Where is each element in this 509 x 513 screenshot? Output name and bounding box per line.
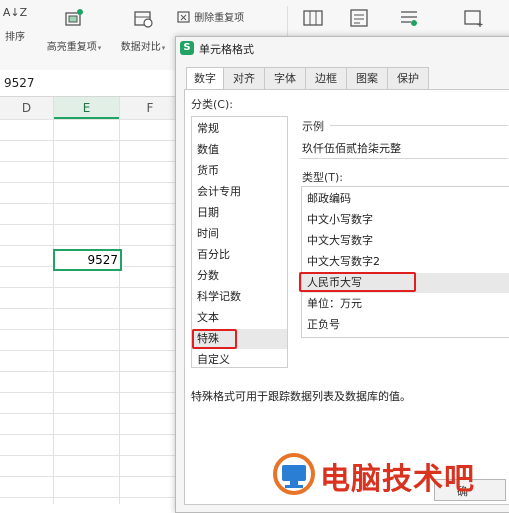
category-item[interactable]: 时间 xyxy=(192,224,287,244)
tab-pattern[interactable]: 图案 xyxy=(346,67,388,89)
category-item[interactable]: 分数 xyxy=(192,266,287,286)
category-item[interactable]: 常规 xyxy=(192,119,287,139)
tab-alignment[interactable]: 对齐 xyxy=(223,67,265,89)
active-cell-value: 9527 xyxy=(87,253,118,267)
tab-number[interactable]: 数字 xyxy=(186,67,224,90)
sample-divider xyxy=(330,125,508,126)
active-cell-e[interactable]: 9527 xyxy=(53,249,122,271)
number-tab-panel: 分类(C): 常规 数值 货币 会计专用 日期 时间 百分比 分数 科学记数 文… xyxy=(184,89,509,505)
highlight-duplicates-icon xyxy=(65,9,83,26)
type-item[interactable]: 正负号 xyxy=(302,315,509,335)
category-item[interactable]: 货币 xyxy=(192,161,287,181)
sort-button[interactable]: A↓Z 排序 xyxy=(2,6,28,43)
computer-logo-icon xyxy=(273,453,315,495)
category-item[interactable]: 科学记数 xyxy=(192,287,287,307)
type-label: 类型(T): xyxy=(302,171,344,184)
record-form-icon[interactable] xyxy=(348,8,370,28)
tab-font[interactable]: 字体 xyxy=(264,67,306,89)
data-compare-icon xyxy=(134,11,153,28)
type-highlight-box xyxy=(299,272,416,292)
grid-line xyxy=(119,97,120,504)
delete-duplicates-button[interactable]: 删除重复项 xyxy=(177,9,257,24)
sort-az-icon: A↓Z xyxy=(2,6,28,19)
sort-label: 排序 xyxy=(5,32,25,43)
category-list[interactable]: 常规 数值 货币 会计专用 日期 时间 百分比 分数 科学记数 文本 特殊 自定… xyxy=(191,116,288,368)
delete-duplicates-icon xyxy=(177,10,190,23)
type-item[interactable]: 中文大写数字 xyxy=(302,231,509,251)
type-item[interactable]: 单位：万元 xyxy=(302,294,509,314)
type-item[interactable]: 中文小写数字 xyxy=(302,210,509,230)
app-logo-icon: S xyxy=(180,41,194,55)
highlight-duplicates-button[interactable]: 高亮重复项▾ xyxy=(42,8,106,53)
format-description: 特殊格式可用于跟踪数据列表及数据库的值。 xyxy=(191,390,411,403)
column-header-f[interactable]: F xyxy=(120,97,181,119)
sample-underline xyxy=(300,158,508,159)
validation-list-icon[interactable] xyxy=(398,8,420,28)
category-item[interactable]: 文本 xyxy=(192,308,287,328)
formula-bar-value: 9527 xyxy=(4,76,35,90)
split-columns-icon[interactable] xyxy=(302,8,324,28)
column-header-e[interactable]: E xyxy=(54,97,120,119)
tab-protection[interactable]: 保护 xyxy=(387,67,429,89)
data-compare-button[interactable]: 数据对比▾ xyxy=(114,8,172,53)
category-label: 分类(C): xyxy=(191,98,233,111)
type-item[interactable]: 邮政编码 xyxy=(302,189,509,209)
highlight-duplicates-label: 高亮重复项▾ xyxy=(46,42,102,53)
site-watermark: 电脑技术吧 xyxy=(268,452,508,498)
sample-label: 示例 xyxy=(302,120,324,133)
column-header-d[interactable]: D xyxy=(0,97,54,119)
grid-line xyxy=(53,97,54,504)
insert-dropdown-icon[interactable] xyxy=(463,8,485,28)
tab-border[interactable]: 边框 xyxy=(305,67,347,89)
category-item[interactable]: 日期 xyxy=(192,203,287,223)
delete-duplicates-label: 删除重复项 xyxy=(194,13,245,24)
type-item[interactable]: 中文大写数字2 xyxy=(302,252,509,272)
category-item[interactable]: 自定义 xyxy=(192,350,287,370)
format-cells-dialog: S 单元格格式 数字 对齐 字体 边框 图案 保护 分类(C): 常规 数值 货… xyxy=(175,36,509,513)
category-highlight-box xyxy=(192,329,237,349)
category-item[interactable]: 百分比 xyxy=(192,245,287,265)
dialog-title: 单元格格式 xyxy=(199,43,254,56)
category-item[interactable]: 会计专用 xyxy=(192,182,287,202)
watermark-text: 电脑技术吧 xyxy=(320,462,475,497)
type-list[interactable]: 邮政编码 中文小写数字 中文大写数字 中文大写数字2 人民币大写 单位：万元 正… xyxy=(299,186,509,338)
category-item[interactable]: 数值 xyxy=(192,140,287,160)
data-compare-label: 数据对比▾ xyxy=(120,42,166,53)
dialog-titlebar[interactable]: S 单元格格式 xyxy=(176,37,509,59)
sample-value: 玖仟伍佰贰拾柒元整 xyxy=(302,142,401,155)
